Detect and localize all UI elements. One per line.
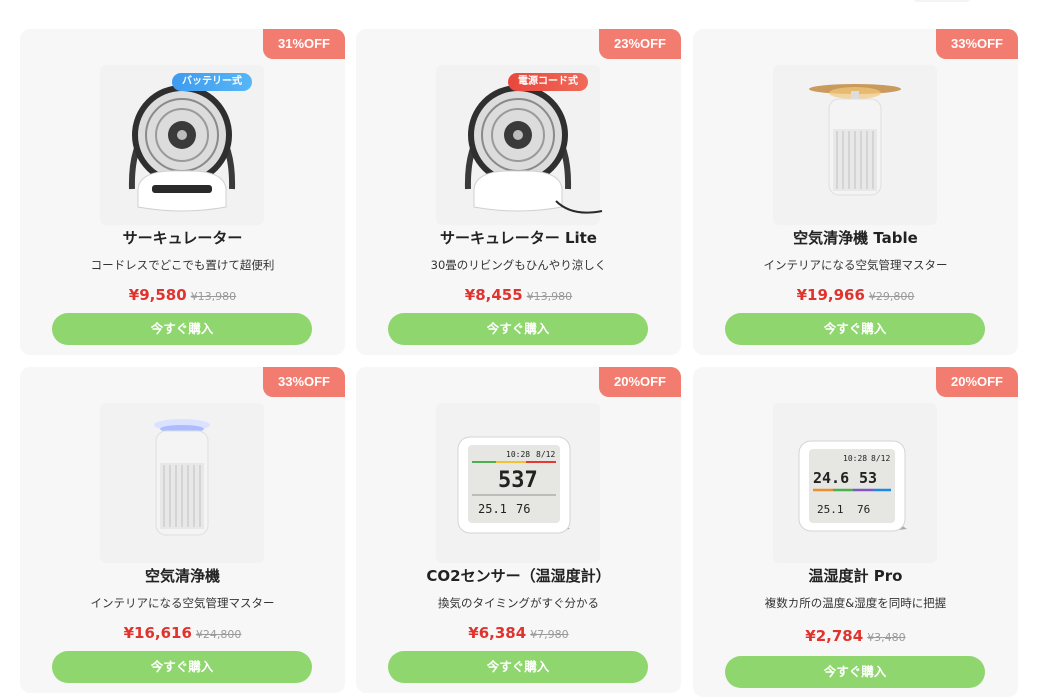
top-pill (912, 0, 972, 2)
display-time: 10:28 (506, 450, 530, 459)
original-price: ¥29,800 (868, 290, 915, 303)
display-main-humidity: 53 (859, 469, 877, 487)
product-description: インテリアになる空気管理マスター (90, 596, 275, 610)
product-card: 33%OFF 空気清浄機 インテリアになる空気管理マスター ¥16,616 ¥24… (20, 367, 345, 693)
product-title[interactable]: サーキュレーター Lite (356, 227, 681, 248)
product-card: 20%OFF 10:28 8/12 537 25.1 76 CO2センサー（温湿… (356, 367, 681, 693)
product-title[interactable]: CO2センサー（温湿度計） (356, 565, 681, 586)
product-description: 30畳のリビングもひんやり涼しく (430, 258, 607, 272)
original-price: ¥3,480 (867, 631, 906, 644)
buy-now-button[interactable]: 今すぐ購入 (388, 651, 648, 683)
buy-now-button[interactable]: 今すぐ購入 (52, 651, 312, 683)
product-description: 複数カ所の温度&湿度を同時に把握 (764, 596, 947, 610)
price-row: ¥8,455 ¥13,980 (356, 285, 681, 304)
price-row: ¥2,784 ¥3,480 (693, 626, 1018, 645)
original-price: ¥24,800 (195, 628, 242, 641)
original-price: ¥7,980 (530, 628, 569, 641)
original-price: ¥13,980 (190, 290, 237, 303)
buy-now-button[interactable]: 今すぐ購入 (388, 313, 648, 345)
sale-price: ¥2,784 (805, 627, 864, 645)
display-temp: 25.1 (478, 502, 507, 516)
buy-now-button[interactable]: 今すぐ購入 (725, 656, 985, 688)
sale-price: ¥16,616 (123, 624, 192, 642)
air-purifier-icon (154, 419, 210, 536)
display-time: 10:28 (843, 454, 867, 463)
price-row: ¥19,966 ¥29,800 (693, 285, 1018, 304)
display-date: 8/12 (871, 454, 890, 463)
corded-tag: 電源コード式 (508, 73, 588, 91)
buy-now-button[interactable]: 今すぐ購入 (725, 313, 985, 345)
battery-tag: バッテリー式 (172, 73, 252, 91)
product-title[interactable]: 空気清浄機 Table (693, 227, 1018, 248)
circulator-fan-corded-icon (464, 85, 603, 214)
co2-sensor-icon: 10:28 8/12 537 25.1 76 (457, 436, 571, 534)
air-purifier-table-icon (809, 84, 901, 196)
product-description: コードレスでどこでも置けて超便利 (90, 258, 275, 272)
sale-price: ¥8,455 (464, 286, 523, 304)
sale-price: ¥19,966 (796, 286, 865, 304)
product-title[interactable]: 温湿度計 Pro (693, 565, 1018, 586)
sale-price: ¥6,384 (468, 624, 527, 642)
buy-now-button[interactable]: 今すぐ購入 (52, 313, 312, 345)
sale-price: ¥9,580 (128, 286, 187, 304)
product-description: インテリアになる空気管理マスター (763, 258, 948, 272)
display-humidity: 76 (516, 502, 530, 516)
product-card: 33%OFF 空気清浄機 Table インテリアになる空気管理マスター ¥19,… (693, 29, 1018, 355)
product-title[interactable]: 空気清浄機 (20, 565, 345, 586)
price-row: ¥16,616 ¥24,800 (20, 623, 345, 642)
original-price: ¥13,980 (526, 290, 573, 303)
thermo-hygrometer-icon: 10:28 8/12 24.6 53 25.1 76 (798, 440, 907, 532)
product-card: 23%OFF 電源コード式 サーキュレーター Lite 30畳のリビングもひんや… (356, 29, 681, 355)
product-card: 31%OFF バッテリー式 サーキュレーター コードレスでどこでも置けて超便利 … (20, 29, 345, 355)
display-humidity: 76 (857, 503, 870, 516)
display-date: 8/12 (536, 450, 555, 459)
display-co2: 537 (498, 468, 538, 493)
price-row: ¥9,580 ¥13,980 (20, 285, 345, 304)
price-row: ¥6,384 ¥7,980 (356, 623, 681, 642)
product-card: 20%OFF 10:28 8/12 24.6 53 25.1 76 温湿度計 P… (693, 367, 1018, 697)
product-description: 換気のタイミングがすぐ分かる (438, 596, 599, 610)
display-main-temp: 24.6 (813, 469, 849, 487)
display-temp: 25.1 (817, 503, 844, 516)
product-title[interactable]: サーキュレーター (20, 227, 345, 248)
circulator-fan-icon (128, 85, 236, 212)
